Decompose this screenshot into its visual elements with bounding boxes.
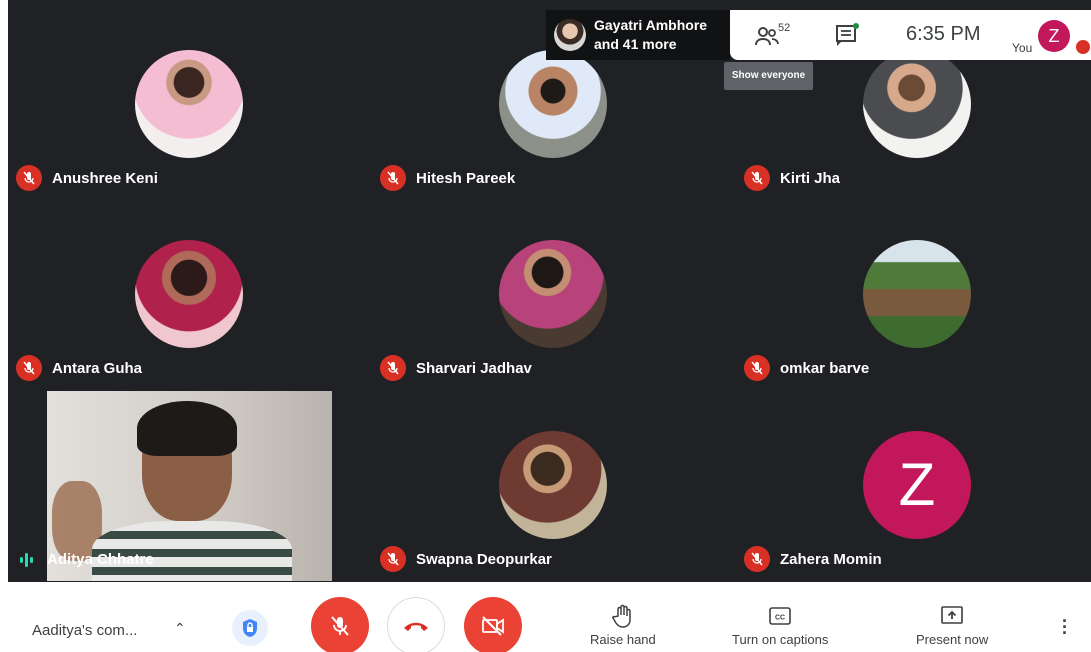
audio-level-icon xyxy=(20,552,33,567)
participant-avatar xyxy=(499,240,607,348)
phone-hangup-icon xyxy=(404,622,428,631)
speaking-nameplate: Aditya Chhatre xyxy=(20,551,154,568)
participant-name: Kirti Jha xyxy=(780,169,841,187)
nameplate: Hitesh Pareek xyxy=(380,165,515,191)
participant-name: Sharvari Jadhav xyxy=(416,359,532,377)
participant-avatar xyxy=(863,240,971,348)
people-icon xyxy=(755,27,779,46)
nameplate: Antara Guha xyxy=(16,355,142,381)
presenter-name: Gayatri Ambhore xyxy=(594,17,708,33)
bottom-control-bar: Aaditya's com... ⌃ Raise hand CC Turn on… xyxy=(0,582,1091,652)
nameplate: Kirti Jha xyxy=(744,165,840,191)
nameplate: omkar barve xyxy=(744,355,869,381)
participant-name: Anushree Keni xyxy=(52,169,158,187)
participant-initial-avatar: Z xyxy=(863,431,971,539)
presenter-chip[interactable]: Gayatri Ambhore and 41 more xyxy=(546,10,730,60)
leave-call-button[interactable] xyxy=(387,597,445,652)
participant-avatar xyxy=(135,240,243,348)
raise-hand-label: Raise hand xyxy=(590,632,656,647)
camera-toggle-button[interactable] xyxy=(464,597,522,652)
participant-tile[interactable]: Antara Guha xyxy=(8,200,372,390)
show-everyone-button[interactable]: 52 xyxy=(754,22,794,50)
left-edge xyxy=(0,0,8,582)
participant-avatar xyxy=(499,431,607,539)
microphone-toggle-button[interactable] xyxy=(311,597,369,652)
participant-tile[interactable]: Z Zahera Momin xyxy=(736,391,1091,581)
closed-captions-icon: CC xyxy=(769,607,791,625)
present-now-button[interactable]: Present now xyxy=(916,604,988,647)
participant-name: Antara Guha xyxy=(52,359,143,377)
mic-off-icon xyxy=(16,355,42,381)
participant-count: 52 xyxy=(778,22,791,34)
participant-name: Zahera Momin xyxy=(780,550,882,568)
participant-tile[interactable]: Swapna Deopurkar xyxy=(372,391,736,581)
participant-avatar xyxy=(135,50,243,158)
participant-tile[interactable]: omkar barve xyxy=(736,200,1091,390)
mic-off-icon xyxy=(331,616,349,636)
you-label: You xyxy=(1012,41,1033,55)
chevron-up-icon[interactable]: ⌃ xyxy=(174,620,186,637)
self-avatar[interactable]: Z xyxy=(1038,20,1070,52)
hand-icon xyxy=(612,604,631,628)
top-bar: 52 6:35 PM You Z xyxy=(730,10,1091,60)
chat-icon xyxy=(836,23,859,46)
nameplate: Swapna Deopurkar xyxy=(380,546,552,572)
meeting-details-title[interactable]: Aaditya's com... xyxy=(32,622,137,639)
mic-off-icon xyxy=(744,165,770,191)
presenter-more: and 41 more xyxy=(594,36,677,52)
captions-button[interactable]: CC Turn on captions xyxy=(732,604,828,647)
svg-text:CC: CC xyxy=(775,615,785,622)
participant-name: omkar barve xyxy=(780,359,870,377)
self-mic-off-icon xyxy=(1076,40,1090,54)
video-hair xyxy=(137,401,237,456)
presenter-avatar xyxy=(554,19,586,51)
participant-name: Aditya Chhatre xyxy=(47,551,154,568)
nameplate: Anushree Keni xyxy=(16,165,158,191)
chat-button[interactable] xyxy=(834,22,860,48)
participant-tile[interactable]: Sharvari Jadhav xyxy=(372,200,736,390)
participant-name: Swapna Deopurkar xyxy=(416,550,552,568)
participant-name: Hitesh Pareek xyxy=(416,169,516,187)
present-screen-icon xyxy=(941,606,963,624)
participant-tile[interactable]: Anushree Keni xyxy=(8,10,372,200)
mic-off-icon xyxy=(16,165,42,191)
mic-off-icon xyxy=(380,165,406,191)
nameplate: Zahera Momin xyxy=(744,546,882,572)
mic-off-icon xyxy=(380,546,406,572)
more-options-icon[interactable]: · · · xyxy=(1062,612,1068,642)
participant-avatar xyxy=(863,50,971,158)
security-shield-icon[interactable] xyxy=(232,610,268,646)
nameplate: Sharvari Jadhav xyxy=(380,355,532,381)
captions-label: Turn on captions xyxy=(732,632,829,647)
camera-off-icon xyxy=(482,616,504,636)
mic-off-icon xyxy=(744,355,770,381)
meeting-time: 6:35 PM xyxy=(906,23,981,45)
show-everyone-tooltip: Show everyone xyxy=(724,62,813,90)
mic-off-icon xyxy=(744,546,770,572)
present-now-label: Present now xyxy=(916,632,989,647)
raise-hand-button[interactable]: Raise hand xyxy=(590,604,656,647)
participant-avatar xyxy=(499,50,607,158)
video-grid: Anushree Keni Hitesh Pareek Kirti Jha An… xyxy=(0,0,1091,582)
mic-off-icon xyxy=(380,355,406,381)
